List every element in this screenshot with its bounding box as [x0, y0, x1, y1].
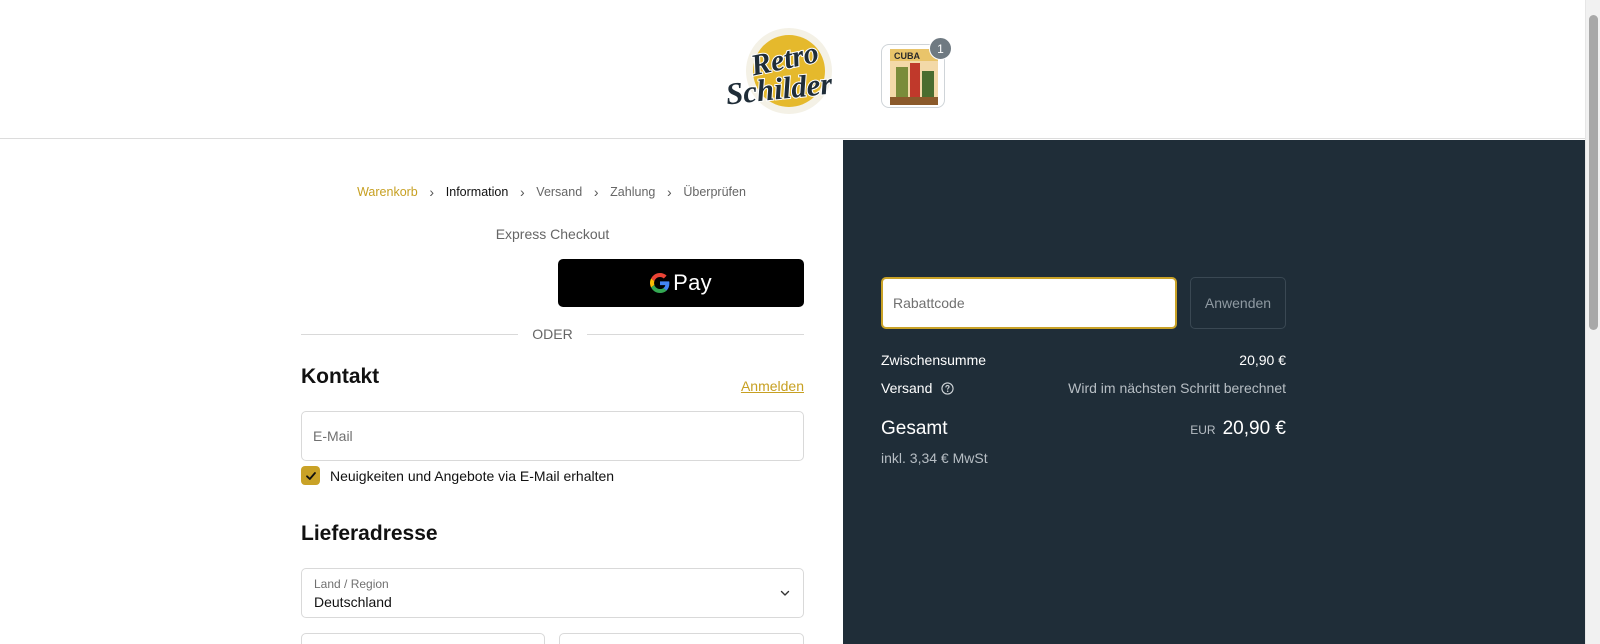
total-value: 20,90 € [1222, 418, 1286, 439]
divider-label: ODER [532, 326, 573, 342]
or-divider: ODER [301, 326, 805, 342]
chevron-right-icon: › [429, 184, 435, 200]
chevron-right-icon: › [593, 184, 599, 200]
checkmark-icon [305, 471, 316, 480]
total-currency: EUR [1190, 423, 1216, 437]
product-thumbnail-text: CUBA [894, 51, 920, 61]
shipping-label: Versand [881, 380, 933, 396]
logo-text-schilder: Schilder [724, 65, 835, 111]
chevron-down-icon [780, 590, 790, 596]
breadcrumb-information: Information [445, 185, 509, 199]
subtotal-label: Zwischensumme [881, 352, 987, 368]
newsletter-label: Neuigkeiten und Angebote via E-Mail erha… [330, 467, 615, 484]
country-select-label: Land / Region [314, 577, 389, 591]
breadcrumb-payment: Zahlung [610, 185, 656, 199]
shipping-row: Versand Wird im nächsten Schritt berechn… [881, 380, 1286, 396]
help-circle-icon[interactable] [941, 382, 954, 395]
breadcrumb-review: Überprüfen [683, 185, 746, 199]
discount-code-field[interactable] [881, 277, 1177, 329]
tax-note: inkl. 3,34 € MwSt [881, 450, 988, 466]
country-select-value: Deutschland [314, 594, 392, 610]
breadcrumb-shipping: Versand [536, 185, 583, 199]
product-price: 20,90 € [1239, 68, 1286, 84]
first-name-field[interactable] [301, 633, 545, 644]
total-label: Gesamt [881, 418, 948, 439]
newsletter-checkbox[interactable] [301, 466, 320, 485]
express-checkout-title: Express Checkout [495, 226, 610, 242]
google-pay-label: Pay [673, 270, 712, 295]
last-name-field[interactable] [559, 633, 804, 644]
discount-code-input[interactable] [883, 279, 1175, 327]
email-input[interactable] [302, 412, 803, 460]
subtotal-row: Zwischensumme 20,90 € [881, 352, 1286, 368]
page-scrollbar[interactable] [1585, 0, 1600, 644]
chevron-right-icon: › [519, 184, 525, 200]
email-field[interactable] [301, 411, 804, 461]
google-pay-button[interactable]: Pay [558, 259, 804, 307]
apply-discount-button[interactable]: Anwenden [1190, 277, 1286, 329]
newsletter-option[interactable]: Neuigkeiten und Angebote via E-Mail erha… [301, 466, 614, 485]
checkout-main: Warenkorb › Information › Versand › Zahl… [0, 140, 843, 644]
subtotal-value: 20,90 € [1239, 352, 1286, 368]
product-name: Cuba Libre Blechschild - 30x40cm [960, 68, 1173, 84]
chevron-right-icon: › [667, 184, 672, 200]
total-amount: EUR 20,90 € [1190, 418, 1286, 440]
site-header: Retro Schilder [0, 0, 1585, 139]
divider-line [586, 333, 805, 335]
retro-schilder-logo[interactable]: Retro Schilder [722, 26, 856, 116]
divider-line [301, 333, 519, 335]
breadcrumb-cart[interactable]: Warenkorb [357, 185, 418, 199]
shipping-value: Wird im nächsten Schritt berechnet [1068, 380, 1286, 396]
shipping-address-heading: Lieferadresse [301, 522, 438, 545]
login-link[interactable]: Anmelden [741, 378, 804, 394]
contact-heading: Kontakt [301, 365, 380, 388]
cart-line-item: CUBA 1 Cuba Libre Blechschild - 30x40cm … [881, 37, 1286, 108]
breadcrumb: Warenkorb › Information › Versand › Zahl… [0, 184, 843, 200]
quantity-badge: 1 [929, 37, 952, 60]
google-g-icon [650, 273, 670, 293]
country-select[interactable]: Land / Region Deutschland [301, 568, 804, 618]
scrollbar-thumb[interactable] [1589, 15, 1598, 330]
